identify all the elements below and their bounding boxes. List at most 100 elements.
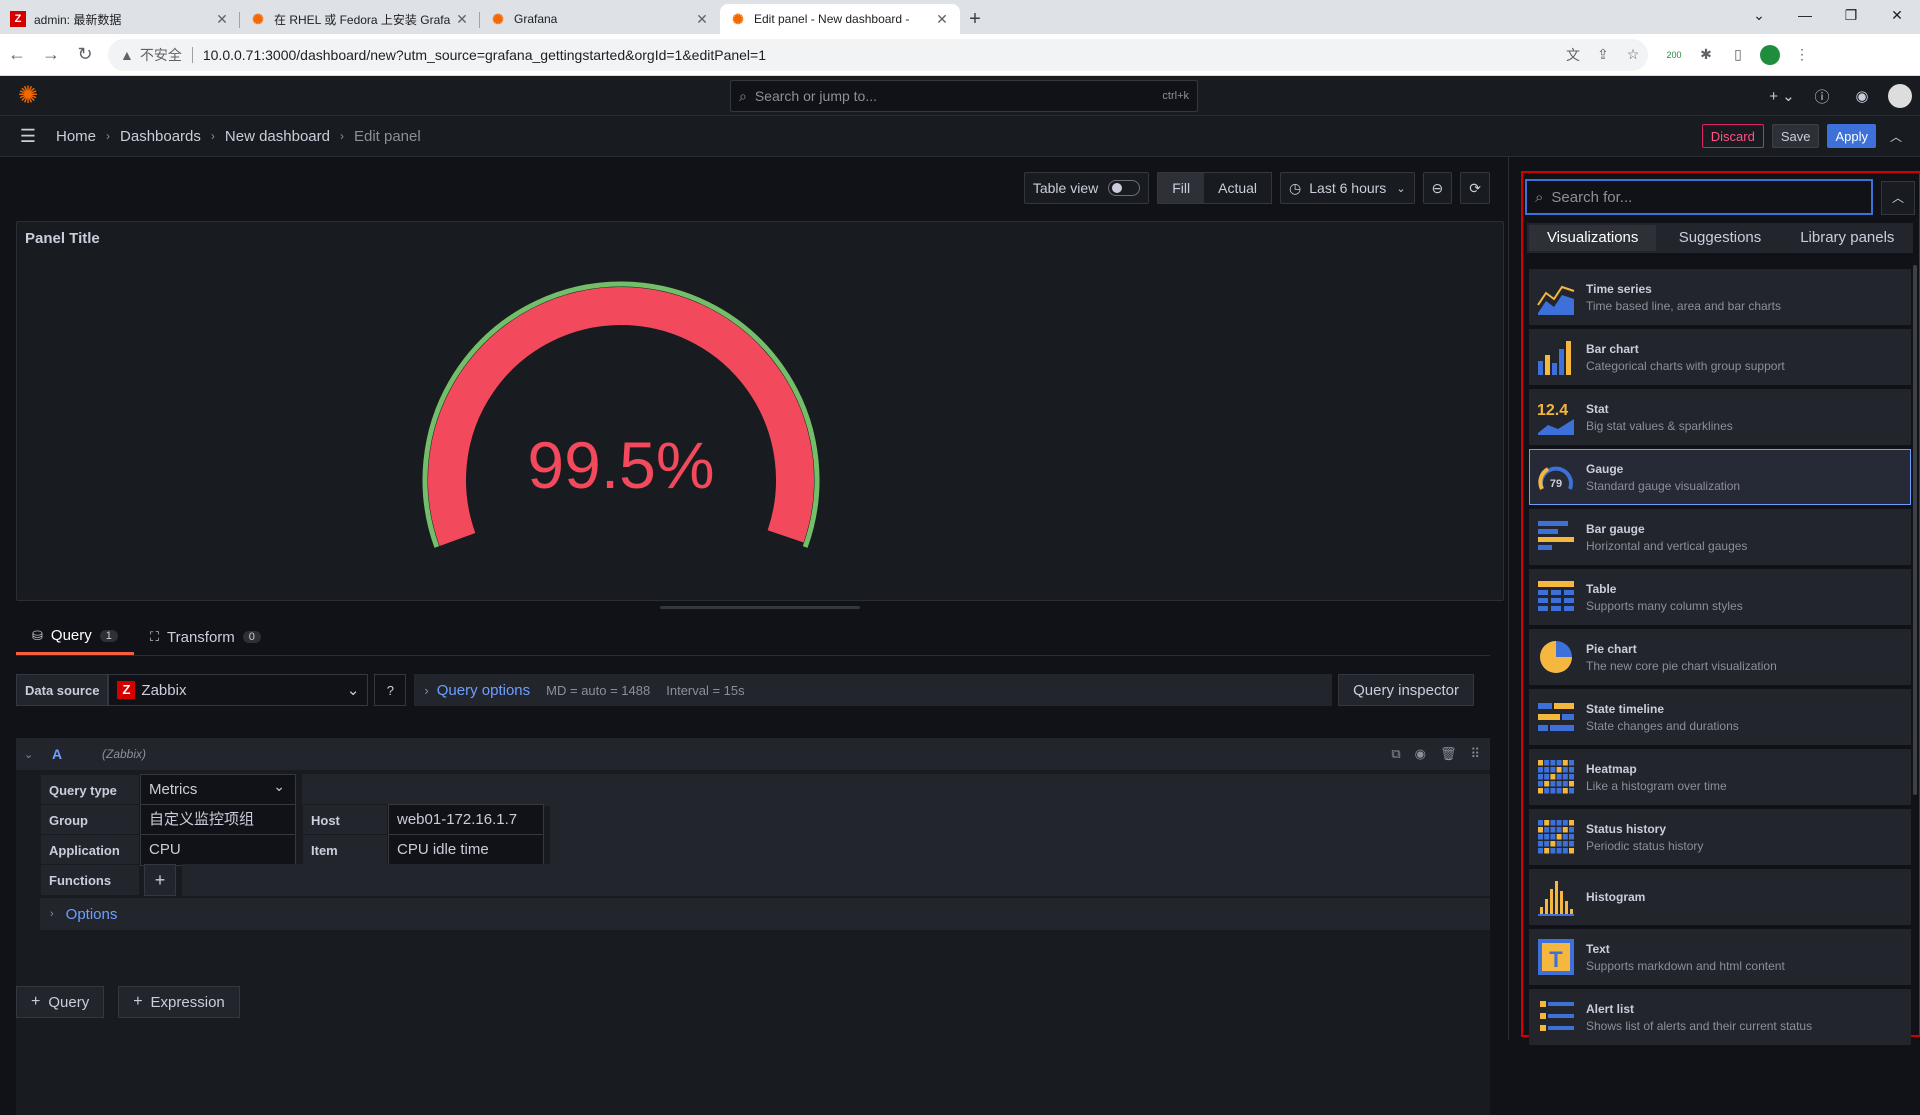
tab-suggestions[interactable]: Suggestions bbox=[1656, 225, 1783, 251]
query-type-select[interactable]: Metrics bbox=[140, 771, 296, 806]
tab-library-panels[interactable]: Library panels bbox=[1784, 225, 1911, 251]
group-host-row: Group 自定义监控项组 Host web01-172.16.1.7 bbox=[40, 804, 1490, 836]
query-letter[interactable]: A bbox=[52, 746, 92, 762]
browser-tab[interactable]: Z admin: 最新数据 ✕ bbox=[0, 4, 240, 34]
table-view-toggle[interactable]: Table view bbox=[1023, 172, 1150, 204]
pie-chart-icon bbox=[1536, 637, 1576, 677]
query-row-header[interactable]: ⌄ A (Zabbix) ⧉ ◉ 🗑 ⠿ bbox=[16, 738, 1490, 770]
viz-item-stat[interactable]: 12.4 Stat Big stat values & sparklines bbox=[1529, 389, 1911, 445]
profile-avatar[interactable] bbox=[1760, 44, 1780, 65]
close-tab-icon[interactable]: ✕ bbox=[454, 11, 470, 28]
back-icon[interactable]: ← bbox=[0, 44, 34, 65]
discard-button[interactable]: Discard bbox=[1701, 124, 1764, 148]
close-tab-icon[interactable]: ✕ bbox=[694, 11, 710, 28]
search-bar[interactable]: ⌕ Search or jump to... ctrl+k bbox=[730, 80, 1198, 112]
eye-icon[interactable]: ◉ bbox=[1415, 746, 1426, 762]
group-input[interactable]: 自定义监控项组 bbox=[140, 804, 296, 836]
menu-kebab-icon[interactable]: ⋮ bbox=[1786, 46, 1818, 63]
chevron-right-icon[interactable]: › bbox=[424, 683, 428, 698]
scrollbar[interactable] bbox=[1913, 265, 1917, 795]
browser-tab[interactable]: ✺ Grafana ✕ bbox=[480, 4, 720, 34]
viz-name: State timeline bbox=[1586, 701, 1665, 716]
breadcrumb-dashboards[interactable]: Dashboards bbox=[120, 128, 201, 145]
menu-hamburger-icon[interactable]: ☰ bbox=[0, 126, 56, 147]
actual-option[interactable]: Actual bbox=[1204, 173, 1271, 203]
close-picker-button[interactable]: ︿ bbox=[1881, 181, 1915, 215]
apply-button[interactable]: Apply bbox=[1827, 124, 1876, 148]
add-query-button[interactable]: + Query bbox=[16, 986, 105, 1018]
add-expression-button[interactable]: + Expression bbox=[118, 986, 240, 1018]
refresh-button[interactable]: ⟳ bbox=[1460, 172, 1490, 204]
help-icon[interactable]: ⓘ bbox=[1802, 86, 1842, 107]
browser-tab[interactable]: ✺ 在 RHEL 或 Fedora 上安装 Grafa ✕ bbox=[240, 4, 480, 34]
viz-item-bar-chart[interactable]: Bar chart Categorical charts with group s… bbox=[1529, 329, 1911, 385]
bookmark-star-icon[interactable]: ☆ bbox=[1618, 46, 1648, 63]
add-function-button[interactable]: + bbox=[144, 864, 176, 896]
tab-query[interactable]: ⛁ Query 1 bbox=[16, 619, 134, 655]
breadcrumb-home[interactable]: Home bbox=[56, 128, 96, 145]
warning-icon[interactable]: ▲ bbox=[120, 47, 134, 63]
viz-item-histogram[interactable]: Histogram bbox=[1529, 869, 1911, 925]
viz-item-gauge[interactable]: 79 Gauge Standard gauge visualization bbox=[1529, 449, 1911, 505]
viz-item-table[interactable]: Table Supports many column styles bbox=[1529, 569, 1911, 625]
datasource-help-button[interactable]: ? bbox=[374, 674, 407, 706]
drag-handle-icon[interactable]: ⠿ bbox=[1470, 746, 1480, 762]
close-window-icon[interactable]: ✕ bbox=[1874, 0, 1920, 30]
save-button[interactable]: Save bbox=[1771, 124, 1820, 148]
insecure-label[interactable]: 不安全 bbox=[140, 45, 182, 65]
trash-icon[interactable]: 🗑 bbox=[1440, 746, 1457, 762]
breadcrumb-new-dashboard[interactable]: New dashboard bbox=[225, 128, 330, 145]
reload-icon[interactable]: ↻ bbox=[68, 44, 102, 65]
share-icon[interactable]: ⇪ bbox=[1588, 46, 1618, 63]
options-row[interactable]: › Options bbox=[40, 898, 1490, 930]
query-options-link[interactable]: Query options bbox=[437, 682, 530, 699]
tab-visualizations[interactable]: Visualizations bbox=[1529, 225, 1657, 251]
tab-search-icon[interactable]: ⌄ bbox=[1736, 0, 1782, 30]
extension-badge[interactable]: 200 bbox=[1658, 50, 1690, 60]
resize-handle[interactable] bbox=[660, 606, 860, 609]
viz-item-alert-list[interactable]: Alert list Shows list of alerts and their… bbox=[1529, 989, 1911, 1045]
viz-name: Bar gauge bbox=[1586, 521, 1645, 536]
duplicate-icon[interactable]: ⧉ bbox=[1391, 746, 1400, 762]
tab-transform[interactable]: ⛶ Transform 0 bbox=[134, 619, 277, 655]
grafana-logo-icon[interactable]: ✺ bbox=[0, 81, 56, 110]
zoom-out-button[interactable]: ⊖ bbox=[1422, 172, 1453, 204]
new-tab-button[interactable]: + bbox=[960, 4, 990, 34]
viz-search-input[interactable]: ⌕ Search for... bbox=[1525, 179, 1873, 215]
options-label[interactable]: Options bbox=[66, 906, 118, 923]
minimize-icon[interactable]: — bbox=[1782, 0, 1828, 30]
search-icon: ⌕ bbox=[739, 87, 747, 104]
chevron-up-icon[interactable]: ︿ bbox=[1884, 124, 1908, 148]
host-input[interactable]: web01-172.16.1.7 bbox=[388, 804, 544, 836]
datasource-select[interactable]: Z Zabbix ⌄ bbox=[108, 674, 369, 706]
chevron-right-icon: › bbox=[339, 129, 344, 143]
browser-tab-active[interactable]: ✺ Edit panel - New dashboard - ✕ bbox=[720, 4, 960, 34]
viz-item-time-series[interactable]: Time series Time based line, area and bar… bbox=[1529, 269, 1911, 325]
translate-icon[interactable]: 文 bbox=[1558, 45, 1588, 65]
item-input[interactable]: CPU idle time bbox=[388, 834, 544, 866]
user-avatar[interactable] bbox=[1888, 84, 1912, 108]
side-panel-icon[interactable]: ▯ bbox=[1722, 46, 1754, 63]
viz-item-pie-chart[interactable]: Pie chart The new core pie chart visualiz… bbox=[1529, 629, 1911, 685]
news-rss-icon[interactable]: ◉ bbox=[1842, 87, 1882, 105]
restore-icon[interactable]: ❐ bbox=[1828, 0, 1874, 30]
query-inspector-button[interactable]: Query inspector bbox=[1338, 674, 1474, 706]
url-field[interactable]: ▲ 不安全 10.0.0.71:3000/dashboard/new?utm_s… bbox=[108, 38, 1648, 71]
extensions-puzzle-icon[interactable]: ✱ bbox=[1690, 46, 1722, 63]
collapse-chevron-icon[interactable]: ⌄ bbox=[24, 748, 42, 761]
close-tab-icon[interactable]: ✕ bbox=[934, 11, 950, 28]
url-text[interactable]: 10.0.0.71:3000/dashboard/new?utm_source=… bbox=[203, 47, 1558, 63]
viz-item-heatmap[interactable]: Heatmap Like a histogram over time bbox=[1529, 749, 1911, 805]
viz-item-bar-gauge[interactable]: Bar gauge Horizontal and vertical gauges bbox=[1529, 509, 1911, 565]
histogram-icon bbox=[1536, 877, 1576, 917]
add-new-icon[interactable]: + ⌄ bbox=[1762, 87, 1802, 105]
viz-item-state-timeline[interactable]: State timeline State changes and duration… bbox=[1529, 689, 1911, 745]
viz-item-text[interactable]: T Text Supports markdown and html content bbox=[1529, 929, 1911, 985]
toggle-switch[interactable] bbox=[1108, 180, 1141, 196]
forward-icon[interactable]: → bbox=[34, 44, 68, 65]
viz-item-status-history[interactable]: Status history Periodic status history bbox=[1529, 809, 1911, 865]
fill-option[interactable]: Fill bbox=[1158, 173, 1205, 203]
application-input[interactable]: CPU bbox=[140, 834, 296, 866]
time-range-picker[interactable]: ◷ Last 6 hours ⌄ bbox=[1280, 172, 1415, 204]
close-tab-icon[interactable]: ✕ bbox=[214, 11, 230, 28]
